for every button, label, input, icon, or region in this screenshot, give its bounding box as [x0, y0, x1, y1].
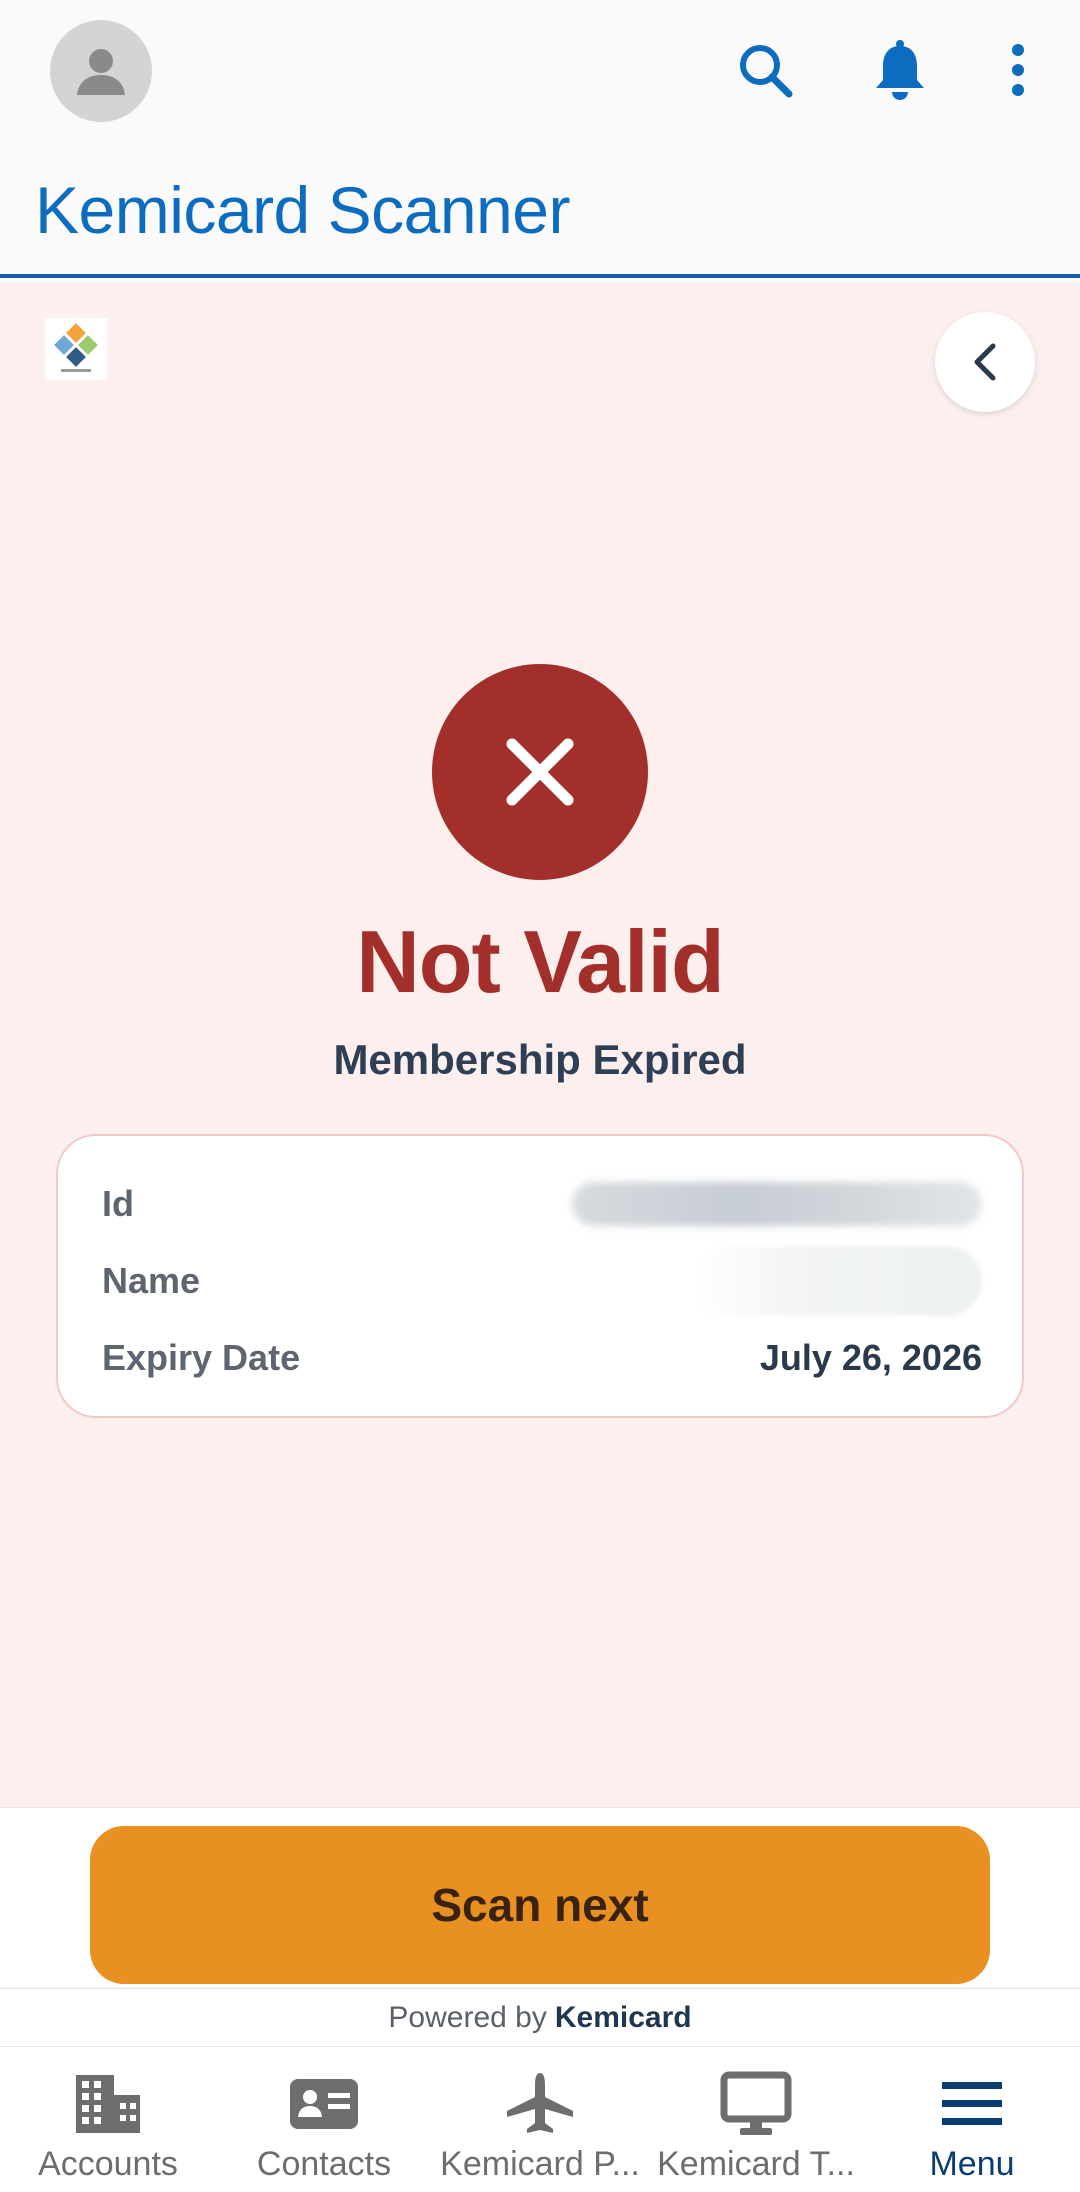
- close-icon: [506, 738, 574, 806]
- name-label: Name: [102, 1260, 201, 1301]
- nav-item-contacts[interactable]: Contacts: [216, 2047, 432, 2192]
- app-title: Kemicard Scanner: [35, 173, 570, 247]
- top-header: Kemicard Scanner: [0, 0, 1080, 278]
- info-row-name: Name: [102, 1246, 982, 1316]
- brand-logo: [45, 318, 107, 380]
- nav-label-menu: Menu: [929, 2145, 1015, 2183]
- nav-item-menu[interactable]: Menu: [864, 2047, 1080, 2192]
- powered-by-brand: Kemicard: [554, 2000, 692, 2034]
- nav-label-kemicard-p: Contacts: [256, 2145, 392, 2183]
- expiry-date-value: July 26, 2026: [759, 1337, 982, 1378]
- nav-item-accounts[interactable]: Accounts: [0, 2047, 216, 2192]
- member-info-card: Id Name Expiry Date July 26, 2026: [56, 1134, 1024, 1418]
- result-panel: Not Valid Membership Expired Id Name Exp…: [0, 282, 1080, 1807]
- info-row-expiry: Expiry Date July 26, 2026: [102, 1328, 982, 1388]
- airplane-icon: [507, 2073, 573, 2133]
- powered-by-prefix: Powered by: [388, 2000, 547, 2034]
- bottom-nav: Accounts Contacts Kemicard P... Kemicard…: [0, 2046, 1080, 2192]
- powered-by: Powered by Kemicard: [0, 1988, 1080, 2046]
- more-vertical-icon: [1012, 44, 1024, 96]
- avatar-icon: [77, 49, 125, 95]
- nav-label-kemicard-t: Kemicard T...: [657, 2145, 855, 2183]
- notifications-button[interactable]: [860, 30, 940, 110]
- more-options-button[interactable]: [978, 30, 1058, 110]
- nav-label-accounts: Accounts: [38, 2145, 178, 2183]
- status-subtitle: Membership Expired: [333, 1036, 747, 1083]
- expiry-date-label: Expiry Date: [102, 1337, 301, 1378]
- monitor-icon: [720, 2071, 792, 2135]
- id-value-redacted: [572, 1182, 982, 1226]
- menu-icon: [942, 2082, 1002, 2125]
- nav-label-contacts: Kemicard P...: [440, 2145, 640, 2183]
- status-title: Not Valid: [356, 912, 725, 1011]
- building-icon: [76, 2075, 140, 2133]
- avatar[interactable]: [50, 20, 152, 122]
- scan-next-button[interactable]: Scan next: [90, 1826, 990, 1984]
- chevron-left-icon: [974, 343, 996, 381]
- nav-item-kemicard-p[interactable]: Kemicard P...: [432, 2047, 648, 2192]
- back-button[interactable]: [935, 312, 1035, 412]
- nav-item-kemicard-t[interactable]: Kemicard T...: [648, 2047, 864, 2192]
- action-area: Scan next: [0, 1807, 1080, 1987]
- bell-icon: [876, 40, 924, 100]
- id-label: Id: [102, 1183, 134, 1224]
- kemicard-logo-icon: [54, 323, 98, 372]
- name-value-redacted: [692, 1246, 982, 1316]
- search-button[interactable]: [725, 30, 805, 110]
- search-icon: [740, 45, 793, 98]
- contact-card-icon: [290, 2079, 358, 2129]
- info-row-id: Id: [102, 1174, 982, 1234]
- status-invalid-badge: [432, 664, 648, 880]
